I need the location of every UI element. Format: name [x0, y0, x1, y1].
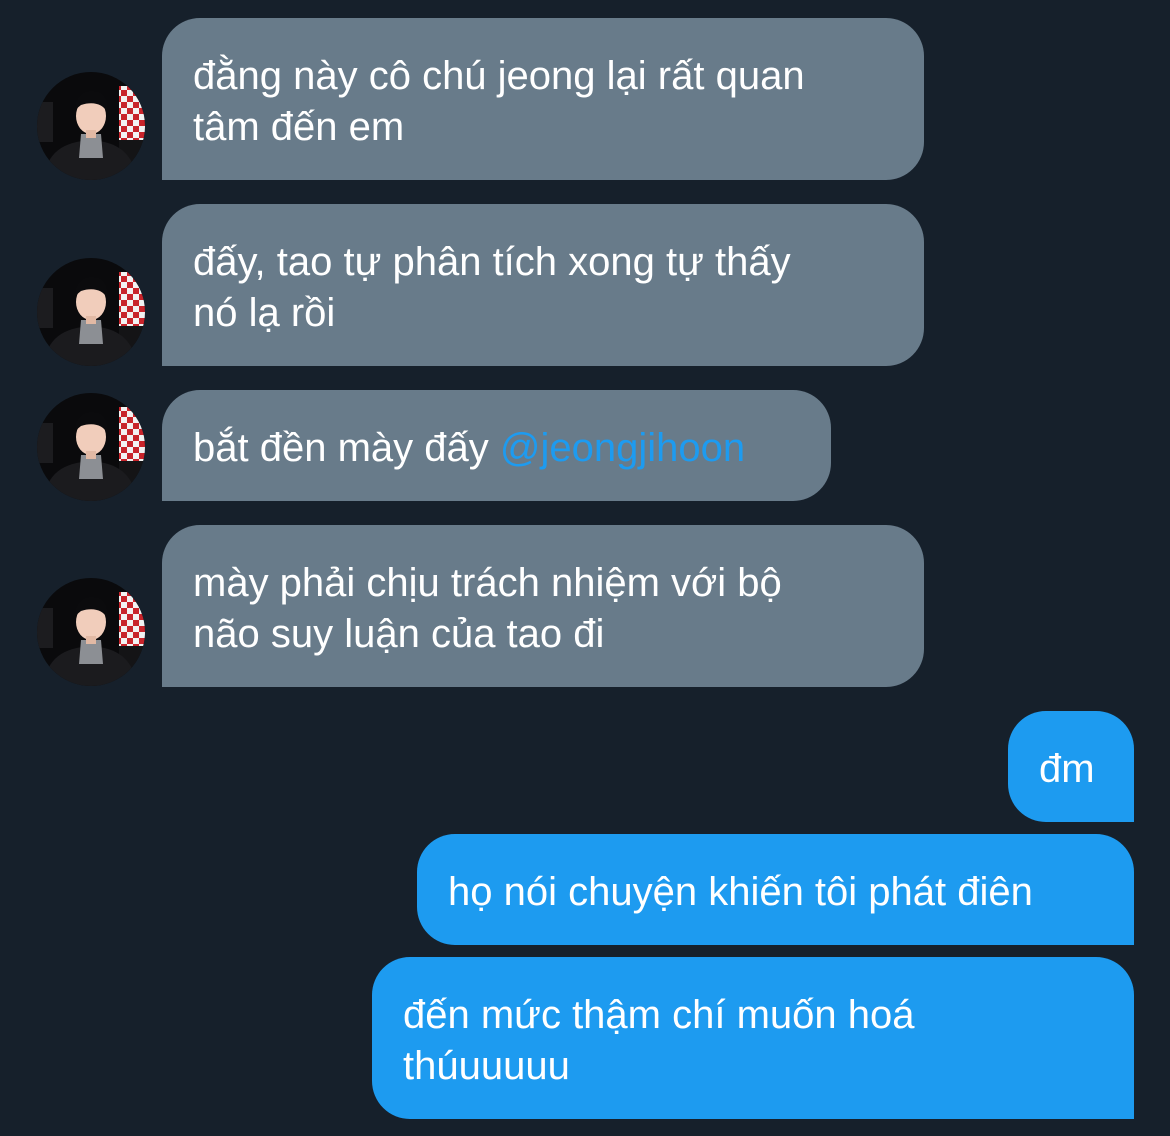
message-line: bắt đền mày đấy @jeongjihoon [193, 423, 791, 474]
outgoing-message-bubble[interactable]: họ nói chuyện khiến tôi phát điên [417, 834, 1134, 945]
message-line: họ nói chuyện khiến tôi phát điên [448, 870, 1033, 914]
incoming-message-bubble[interactable]: đấy, tao tự phân tích xong tự thấy nó lạ… [162, 204, 924, 366]
user-avatar-icon [37, 72, 145, 180]
user-avatar-icon [37, 393, 145, 501]
message-line: đằng này cô chú jeong lại rất quan [193, 54, 805, 98]
sender-avatar[interactable] [37, 72, 145, 180]
message-line: não suy luận của tao đi [193, 612, 605, 656]
message-line: thúuuuuu [403, 1044, 570, 1088]
incoming-message-bubble[interactable]: bắt đền mày đấy @jeongjihoon [162, 390, 831, 501]
user-avatar-icon [37, 578, 145, 686]
message-line: mày phải chịu trách nhiệm với bộ [193, 561, 782, 605]
message-text: bắt đền mày đấy [193, 426, 500, 470]
sender-avatar[interactable] [37, 578, 145, 686]
outgoing-message-bubble[interactable]: đm [1008, 711, 1134, 822]
message-line: đến mức thậm chí muốn hoá [403, 993, 915, 1037]
sender-avatar[interactable] [37, 258, 145, 366]
incoming-message-bubble[interactable]: mày phải chịu trách nhiệm với bộ não suy… [162, 525, 924, 687]
user-avatar-icon [37, 258, 145, 366]
mention-link[interactable]: @jeongjihoon [500, 426, 745, 470]
incoming-message-bubble[interactable]: đằng này cô chú jeong lại rất quan tâm đ… [162, 18, 924, 180]
message-line: đấy, tao tự phân tích xong tự thấy [193, 240, 791, 284]
outgoing-message-bubble[interactable]: đến mức thậm chí muốn hoá thúuuuuu [372, 957, 1134, 1119]
message-line: tâm đến em [193, 105, 405, 149]
sender-avatar[interactable] [37, 393, 145, 501]
message-line: nó lạ rồi [193, 291, 336, 335]
message-line: đm [1039, 747, 1095, 791]
message-thread: đằng này cô chú jeong lại rất quan tâm đ… [0, 0, 1170, 1136]
